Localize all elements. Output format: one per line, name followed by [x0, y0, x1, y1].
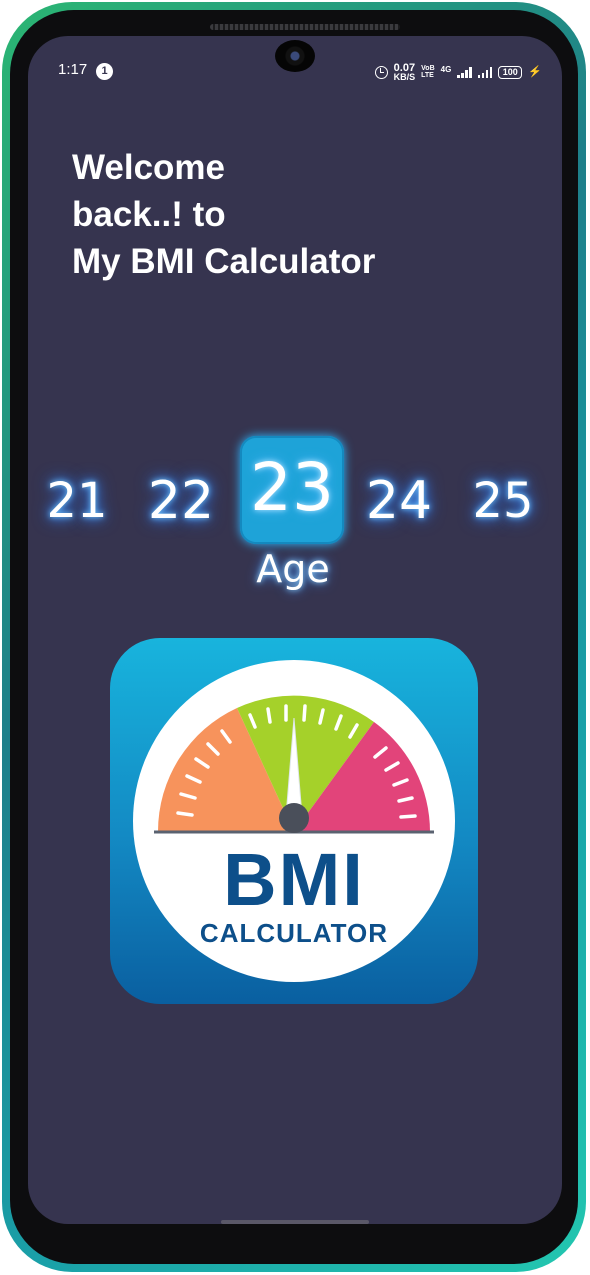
status-time: 1:17 — [58, 61, 88, 78]
bmi-calculator-logo: BMI CALCULATOR — [110, 638, 478, 1004]
data-speed: 0.07 KB/S — [393, 63, 416, 82]
status-bar: 1:17 1 0.07 KB/S VoB LTE 4G 100 ⚡ — [28, 58, 562, 86]
app-screen: 1:17 1 0.07 KB/S VoB LTE 4G 100 ⚡ Welcom… — [28, 36, 562, 1224]
volte-top: VoB — [421, 65, 435, 72]
gauge-graphic — [133, 660, 455, 982]
age-option-22[interactable]: 22 — [136, 466, 226, 536]
age-option-24[interactable]: 24 — [354, 466, 444, 536]
battery-icon: 100 — [498, 65, 523, 79]
welcome-line-3: My BMI Calculator — [72, 242, 376, 281]
status-icons: 0.07 KB/S VoB LTE 4G 100 ⚡ — [374, 62, 542, 82]
welcome-line-1: Welcome — [72, 148, 226, 187]
notification-badge: 1 — [96, 63, 113, 80]
age-selected-value: 23 — [250, 449, 334, 526]
age-option-25[interactable]: 25 — [458, 466, 548, 536]
alarm-icon — [374, 65, 388, 79]
logo-subtitle: CALCULATOR — [199, 918, 389, 948]
age-picker[interactable]: 21 22 23 24 25 Age — [28, 436, 562, 591]
data-speed-unit: KB/S — [393, 72, 416, 82]
gauge-needle-hub — [279, 803, 309, 833]
signal-icon — [457, 66, 472, 78]
volte-indicator: VoB LTE — [421, 65, 434, 79]
network-type: 4G — [440, 64, 452, 74]
home-indicator[interactable] — [221, 1220, 369, 1224]
logo-title: BMI — [223, 838, 365, 921]
welcome-line-2: back..! to — [72, 195, 226, 234]
age-option-21[interactable]: 21 — [32, 466, 122, 536]
speaker-grille — [210, 24, 400, 30]
age-label: Age — [256, 547, 330, 591]
age-option-selected[interactable]: 23 — [240, 436, 344, 544]
volte-bottom: LTE — [421, 72, 434, 79]
welcome-heading: Welcome back..! to My BMI Calculator — [72, 144, 512, 285]
charging-icon: ⚡ — [528, 66, 542, 78]
signal-icon-secondary — [477, 66, 493, 78]
